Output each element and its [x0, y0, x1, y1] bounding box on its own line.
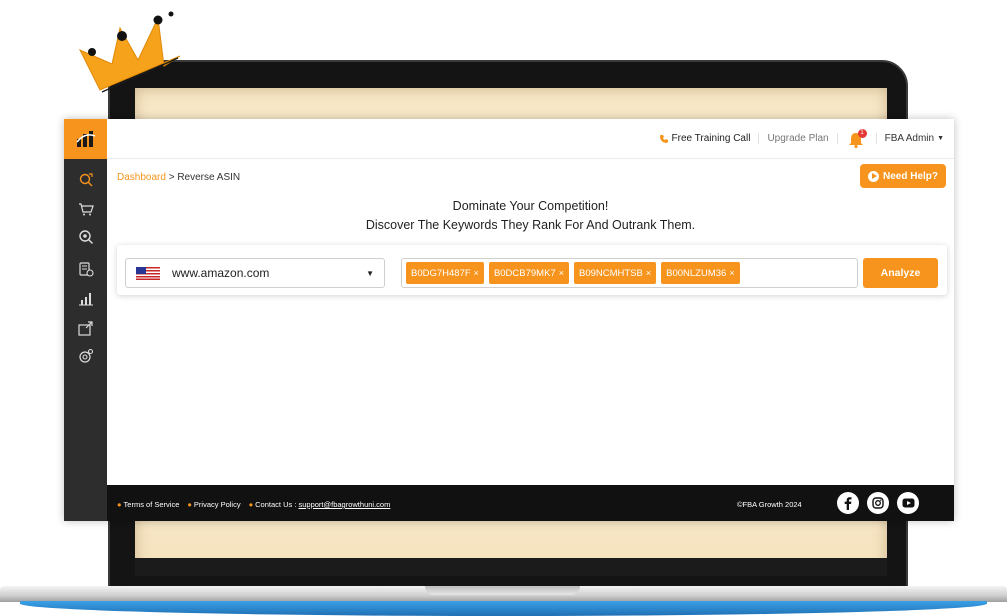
reverse-asin-icon — [79, 173, 93, 187]
youtube-button[interactable] — [897, 492, 919, 514]
remove-tag-icon[interactable]: × — [729, 268, 734, 278]
breadcrumb-dashboard-link[interactable]: Dashboard — [117, 172, 166, 183]
sidebar-item-launch[interactable] — [64, 315, 107, 341]
free-training-call-label: Free Training Call — [671, 133, 751, 144]
sidebar-item-reverse-asin[interactable] — [64, 167, 107, 193]
headline-line-2: Discover The Keywords They Rank For And … — [365, 218, 696, 232]
bullet-icon: ● — [248, 500, 254, 509]
rank-chart-icon — [78, 293, 93, 306]
chevron-down-icon: ▼ — [366, 268, 374, 278]
admin-label: FBA Admin — [884, 133, 935, 144]
instagram-icon — [872, 497, 884, 509]
asin-tag-label: B00NLZUM36 — [666, 267, 727, 279]
logo-icon — [75, 131, 95, 147]
logo[interactable] — [64, 119, 107, 159]
phone-icon — [659, 134, 668, 143]
support-email-link[interactable]: support@fbagrowthuni.com — [299, 500, 391, 509]
bullet-icon: ● — [187, 500, 192, 509]
laptop-notch — [425, 586, 580, 595]
marketplace-select[interactable]: www.amazon.com ▼ — [125, 258, 385, 288]
footer-contact: ● Contact Us : support@fbagrowthuni.com — [249, 500, 391, 509]
remove-tag-icon[interactable]: × — [474, 268, 479, 278]
admin-menu[interactable]: FBA Admin ▼ — [875, 133, 944, 144]
asin-tag: B0DG7H487F × — [406, 262, 484, 284]
listing-icon — [78, 262, 94, 277]
sidebar-item-settings[interactable] — [64, 343, 107, 369]
breadcrumb: Dashboard > Reverse ASIN — [117, 172, 240, 183]
sidebar — [64, 119, 107, 521]
youtube-icon — [902, 498, 914, 508]
cart-icon — [78, 203, 94, 216]
sidebar-item-listing[interactable] — [64, 256, 107, 282]
breadcrumb-current: Reverse ASIN — [177, 172, 241, 183]
remove-tag-icon[interactable]: × — [559, 268, 564, 278]
asin-tag-label: B0DCB79MK7 — [493, 267, 556, 279]
bullet-icon: ● — [117, 500, 122, 509]
asin-tag: B00NLZUM36 × — [661, 262, 740, 284]
sidebar-item-rank-chart[interactable] — [64, 285, 107, 311]
footer-privacy[interactable]: ● Privacy Policy — [187, 500, 240, 509]
launch-icon — [77, 321, 93, 336]
top-bar: Free Training Call Upgrade Plan 1 FBA Ad… — [107, 119, 954, 159]
breadcrumb-separator: > — [168, 172, 175, 183]
notifications-button[interactable]: 1 — [846, 128, 868, 149]
app-window: Free Training Call Upgrade Plan 1 FBA Ad… — [64, 119, 954, 521]
asin-tag: B09NCMHTSB × — [573, 262, 657, 284]
need-help-label: Need Help? — [882, 170, 938, 182]
terms-link[interactable]: Terms of Service — [124, 500, 180, 509]
social-links — [837, 492, 919, 514]
footer-links: ● Terms of Service ● Privacy Policy ● Conta… — [117, 500, 390, 509]
laptop-foot — [20, 601, 987, 616]
caret-down-icon: ▼ — [937, 135, 944, 142]
copyright: ©FBA Growth 2024 — [737, 500, 802, 509]
footer: ● Terms of Service ● Privacy Policy ● Conta… — [107, 485, 954, 521]
sidebar-item-cart[interactable] — [64, 196, 107, 222]
upgrade-plan-link[interactable]: Upgrade Plan — [758, 133, 838, 144]
privacy-link[interactable]: Privacy Policy — [194, 500, 241, 509]
free-training-call-link[interactable]: Free Training Call — [651, 133, 759, 144]
asin-tag-label: B0DG7H487F — [411, 267, 471, 279]
asin-tag: B0DCB79MK7 × — [488, 262, 569, 284]
notification-badge: 1 — [857, 128, 867, 138]
asin-tag-label: B09NCMHTSB — [578, 267, 643, 279]
us-flag-icon — [136, 266, 160, 280]
sidebar-item-keyword-search[interactable] — [64, 224, 107, 250]
asin-input[interactable]: B0DG7H487F × B0DCB79MK7 × B09NCMHTSB × B… — [401, 258, 858, 288]
instagram-button[interactable] — [867, 492, 889, 514]
play-icon — [867, 170, 879, 182]
screen-band — [135, 558, 887, 576]
settings-icon — [78, 348, 93, 363]
need-help-button[interactable]: Need Help? — [859, 164, 946, 188]
crown-icon — [78, 11, 181, 93]
headline-line-1: Dominate Your Competition! — [452, 199, 609, 213]
contact-label: Contact Us : — [255, 500, 297, 509]
facebook-icon — [844, 497, 852, 510]
page-headline: Dominate Your Competition! Discover The … — [107, 197, 954, 235]
footer-terms[interactable]: ● Terms of Service — [117, 500, 179, 509]
marketplace-value: www.amazon.com — [172, 266, 270, 280]
analyze-button[interactable]: Analyze — [863, 258, 938, 288]
facebook-button[interactable] — [837, 492, 859, 514]
keyword-search-icon — [78, 230, 93, 244]
remove-tag-icon[interactable]: × — [646, 268, 651, 278]
search-card: www.amazon.com ▼ B0DG7H487F × B0DCB79MK7… — [117, 245, 947, 295]
